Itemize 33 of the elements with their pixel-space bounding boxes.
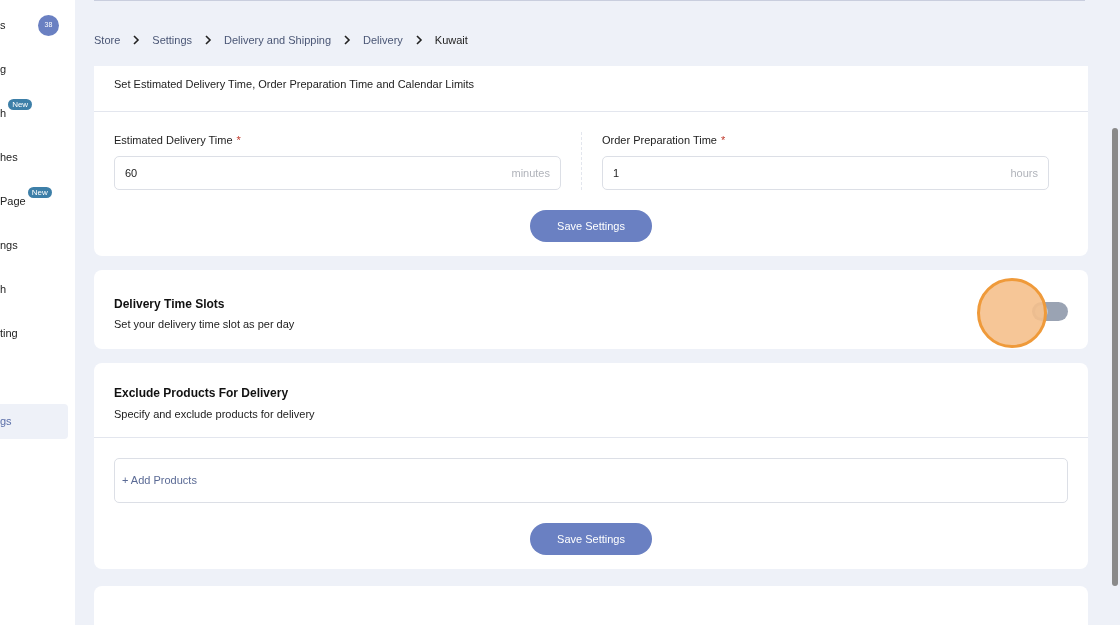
save-settings-button[interactable]: Save Settings bbox=[530, 210, 652, 242]
chevron-right-icon bbox=[343, 35, 352, 46]
sidebar-item[interactable]: h bbox=[0, 272, 68, 307]
chevron-right-icon bbox=[204, 35, 213, 46]
required-mark: * bbox=[236, 133, 241, 149]
scrollbar[interactable] bbox=[1112, 128, 1118, 586]
field-label: Order Preparation Time bbox=[602, 133, 717, 149]
required-mark: * bbox=[720, 133, 726, 149]
breadcrumb-link[interactable]: Store bbox=[94, 31, 121, 49]
input-field[interactable]: 60 minutes bbox=[114, 156, 561, 190]
field-label: Estimated Delivery Time bbox=[114, 133, 233, 149]
save-settings-button[interactable]: Save Settings bbox=[530, 522, 652, 555]
sidebar-item[interactable]: h New bbox=[0, 96, 68, 131]
card-title: Exclude Products For Delivery bbox=[114, 384, 290, 402]
breadcrumb-link[interactable]: Delivery and Shipping bbox=[224, 31, 332, 49]
sidebar-item[interactable]: g bbox=[0, 52, 68, 87]
sidebar-item[interactable]: ngs bbox=[0, 228, 68, 263]
breadcrumb-link[interactable]: Settings bbox=[152, 31, 193, 49]
breadcrumb-link[interactable]: Delivery bbox=[363, 31, 403, 49]
card-description: Specify and exclude products for delivery bbox=[114, 406, 316, 422]
sidebar-item[interactable]: hes bbox=[0, 140, 68, 175]
card-title: Delivery Time Slots bbox=[114, 295, 226, 313]
sidebar-item[interactable]: ting bbox=[0, 316, 68, 351]
chevron-right-icon bbox=[132, 35, 141, 46]
add-products-field[interactable]: + Add Products bbox=[114, 457, 1068, 503]
new-badge: New bbox=[8, 99, 33, 110]
new-badge: New bbox=[27, 187, 52, 198]
sidebar-item[interactable]: gs bbox=[0, 404, 68, 439]
chevron-right-icon bbox=[414, 35, 423, 46]
card-description: Set your delivery time slot as per day bbox=[114, 316, 296, 332]
input-field[interactable]: 1 hours bbox=[602, 156, 1049, 190]
sidebar-item[interactable]: Page New bbox=[0, 184, 68, 219]
card-description: Set Estimated Delivery Time, Order Preparation Time and Calendar Limits bbox=[114, 77, 476, 93]
